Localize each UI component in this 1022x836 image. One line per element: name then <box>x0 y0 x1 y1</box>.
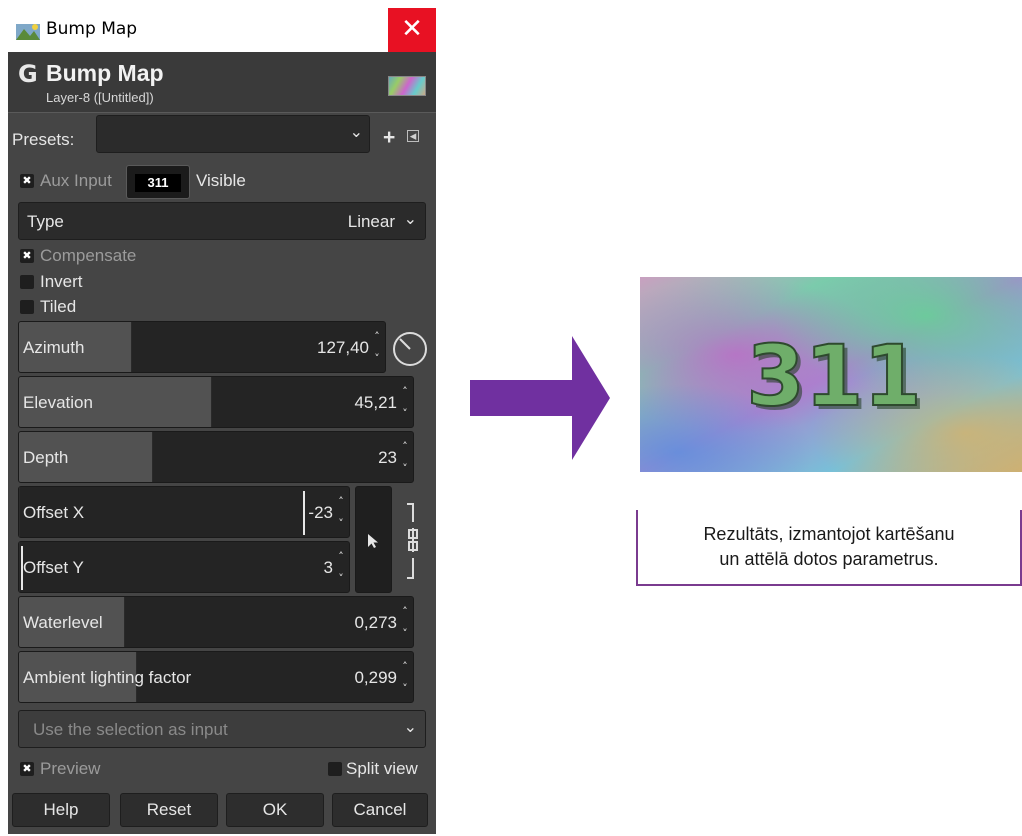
waterlevel-slider[interactable]: Waterlevel 0,273 ˄ ˅ <box>18 596 414 648</box>
elevation-slider[interactable]: Elevation 45,21 ˄ ˅ <box>18 376 414 428</box>
chevron-down-icon: ⌄ <box>403 209 417 228</box>
offset-x-slider[interactable]: Offset X -23 ˄ ˅ <box>18 486 350 538</box>
spin-arrows-icon[interactable]: ˄ ˅ <box>399 601 411 645</box>
compensate-checkbox[interactable]: ✖ <box>20 249 34 263</box>
aux-input-button[interactable]: 311 <box>126 165 190 199</box>
add-preset-icon[interactable]: + <box>383 126 395 150</box>
elevation-label: Elevation <box>23 393 93 412</box>
presets-label: Presets: <box>12 130 75 149</box>
ambient-lighting-value: 0,299 <box>354 668 397 687</box>
right-arrow-icon <box>470 336 610 460</box>
selection-input-combo[interactable]: Use the selection as input ⌄ <box>18 710 426 748</box>
result-text: 311 <box>746 327 921 425</box>
depth-value: 23 <box>378 448 397 467</box>
offset-y-value: 3 <box>323 558 333 577</box>
tiled-label: Tiled <box>40 297 77 316</box>
bump-map-dialog: Bump Map ✕ G Bump Map Layer-8 ([Untitled… <box>8 8 436 834</box>
ambient-lighting-label: Ambient lighting factor <box>23 668 192 687</box>
pick-offset-button[interactable] <box>355 486 392 593</box>
offset-x-label: Offset X <box>23 503 85 522</box>
caption-line-1: Rezultāts, izmantojot kartēšanu <box>703 524 955 544</box>
azimuth-slider[interactable]: Azimuth 127,40 ˄ ˅ <box>18 321 386 373</box>
result-image: 311 311 <box>640 277 1022 472</box>
dialog-title: Bump Map <box>46 60 164 86</box>
pointer-icon <box>368 534 378 548</box>
azimuth-dial-icon[interactable] <box>392 331 428 367</box>
tiled-checkbox[interactable] <box>20 300 34 314</box>
gegl-logo-icon: G <box>18 60 38 88</box>
spin-arrows-icon[interactable]: ˄ ˅ <box>399 381 411 425</box>
visible-label: Visible <box>196 171 246 190</box>
slider-fill <box>19 542 20 592</box>
offset-x-marker <box>303 491 305 535</box>
ok-button[interactable]: OK <box>226 793 324 827</box>
gimp-image-icon <box>16 24 40 40</box>
aux-input-label: Aux Input <box>40 171 112 190</box>
window-title: Bump Map <box>46 19 138 39</box>
reset-button[interactable]: Reset <box>120 793 218 827</box>
header-divider <box>8 112 436 113</box>
elevation-value: 45,21 <box>354 393 397 412</box>
caption-line-2: un attēlā dotos parametrus. <box>719 549 939 569</box>
split-view-checkbox[interactable] <box>328 762 342 776</box>
azimuth-label: Azimuth <box>23 338 85 357</box>
preview-label: Preview <box>40 759 101 778</box>
offset-x-value: -23 <box>308 503 333 522</box>
layer-name: Layer-8 ([Untitled]) <box>46 90 154 105</box>
title-bar: Bump Map ✕ <box>8 8 436 52</box>
ambient-lighting-slider[interactable]: Ambient lighting factor 0,299 ˄ ˅ <box>18 651 414 703</box>
compensate-label: Compensate <box>40 246 137 265</box>
offset-y-slider[interactable]: Offset Y 3 ˄ ˅ <box>18 541 350 593</box>
invert-checkbox[interactable] <box>20 275 34 289</box>
presets-combo[interactable]: ⌄ <box>96 115 370 153</box>
azimuth-value: 127,40 <box>317 338 369 357</box>
spin-arrows-icon[interactable]: ˄ ˅ <box>399 436 411 480</box>
type-combo[interactable]: Type Linear ⌄ <box>18 202 426 240</box>
selection-input-value: Use the selection as input <box>33 720 228 739</box>
layer-thumbnail <box>388 76 426 96</box>
type-value: Linear <box>347 212 395 231</box>
preview-checkbox[interactable]: ✖ <box>20 762 34 776</box>
spin-arrows-icon[interactable]: ˄ ˅ <box>371 326 383 370</box>
split-view-label: Split view <box>346 759 418 778</box>
aux-input-checkbox[interactable]: ✖ <box>20 174 34 188</box>
spin-arrows-icon[interactable]: ˄ ˅ <box>335 546 347 590</box>
slider-fill <box>19 487 20 537</box>
cancel-button[interactable]: Cancel <box>332 793 428 827</box>
depth-slider[interactable]: Depth 23 ˄ ˅ <box>18 431 414 483</box>
chevron-down-icon: ⌄ <box>349 122 363 141</box>
invert-label: Invert <box>40 272 83 291</box>
waterlevel-value: 0,273 <box>354 613 397 632</box>
spin-arrows-icon[interactable]: ˄ ˅ <box>335 491 347 535</box>
result-caption: Rezultāts, izmantojot kartēšanu un attēl… <box>636 510 1022 586</box>
waterlevel-label: Waterlevel <box>23 613 103 632</box>
chevron-down-icon: ⌄ <box>403 717 417 736</box>
help-button[interactable]: Help <box>12 793 110 827</box>
chain-link-icon[interactable] <box>401 502 421 580</box>
presets-menu-icon[interactable]: ◂ <box>407 129 419 142</box>
offset-y-label: Offset Y <box>23 558 84 577</box>
depth-label: Depth <box>23 448 69 467</box>
close-button[interactable]: ✕ <box>388 8 436 52</box>
type-label: Type <box>27 212 64 231</box>
dialog-header: G Bump Map Layer-8 ([Untitled]) <box>8 52 436 112</box>
spin-arrows-icon[interactable]: ˄ ˅ <box>399 656 411 700</box>
aux-input-thumbnail: 311 <box>135 174 181 192</box>
